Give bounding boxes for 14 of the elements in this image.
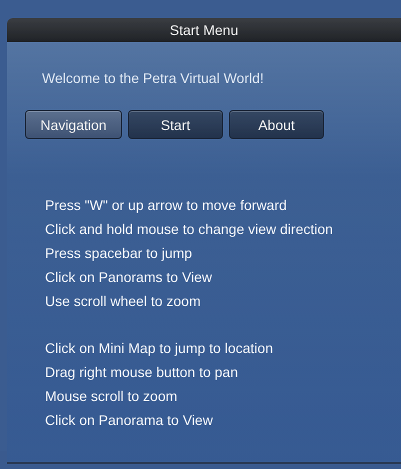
tab[interactable]: Start (128, 110, 223, 139)
tab[interactable]: About (229, 110, 324, 139)
instruction-text: Use scroll wheel to zoom (45, 292, 202, 311)
instruction-text: Drag right mouse button to pan (45, 363, 240, 382)
window-title: Start Menu (7, 18, 401, 42)
instruction-text: Click on Panorama to View (45, 411, 214, 430)
instruction-text: Click on Panorams to View (45, 268, 214, 287)
tab[interactable]: Navigation (25, 110, 122, 139)
instruction-text: Press "W" or up arrow to move forward (45, 196, 288, 215)
instruction-text: Press spacebar to jump (45, 244, 194, 263)
instruction-text: Mouse scroll to zoom (45, 387, 178, 406)
instruction-text: Click and hold mouse to change view direction (45, 220, 334, 239)
welcome-text: Welcome to the Petra Virtual World! (42, 70, 265, 86)
instruction-text: Click on Mini Map to jump to location (45, 339, 274, 358)
